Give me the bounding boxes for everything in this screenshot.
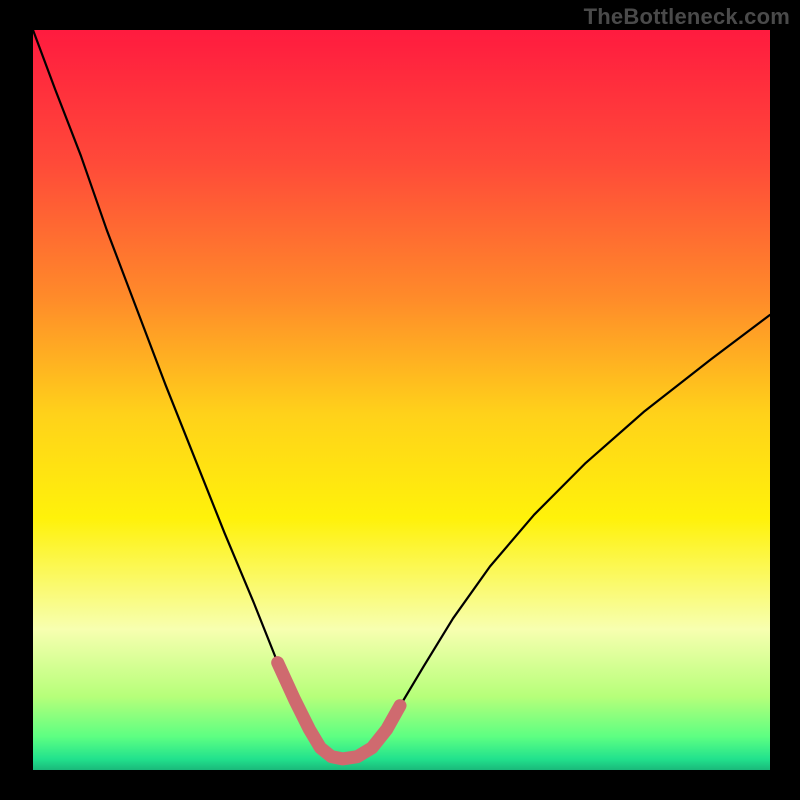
chart-frame: TheBottleneck.com — [0, 0, 800, 800]
watermark-text: TheBottleneck.com — [584, 4, 790, 30]
bottleneck-chart — [0, 0, 800, 800]
